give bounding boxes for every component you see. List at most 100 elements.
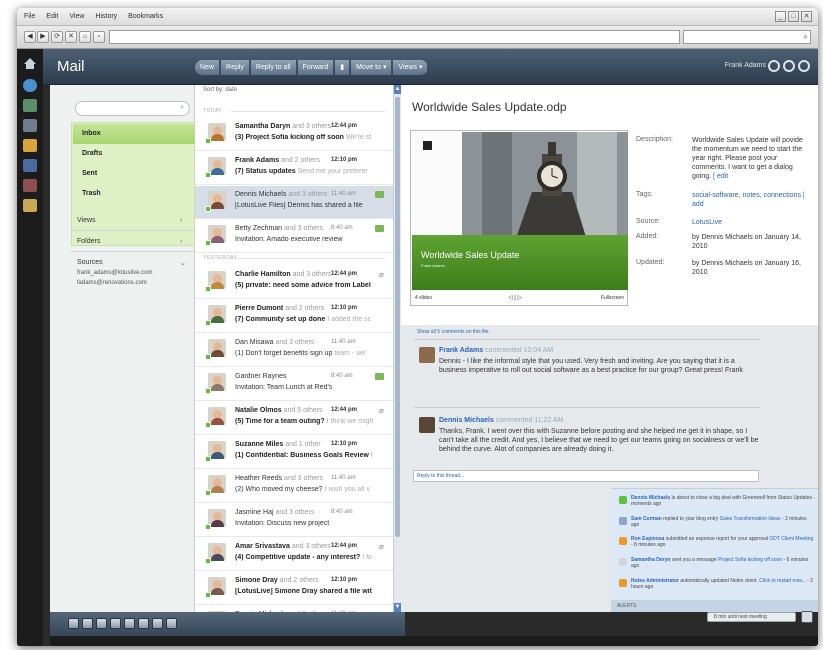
activity-link[interactable]: Sales Transformation Ideas bbox=[720, 516, 781, 522]
reply-input[interactable]: Reply to this thread... bbox=[413, 470, 759, 482]
tool-icon[interactable] bbox=[110, 618, 121, 629]
add-tag-link[interactable]: add bbox=[692, 201, 704, 208]
fullscreen-button[interactable]: Fullscreen bbox=[601, 295, 624, 301]
tool-icon[interactable] bbox=[96, 618, 107, 629]
new-button[interactable]: New bbox=[195, 60, 221, 75]
menu-view[interactable]: View bbox=[69, 13, 84, 20]
message-row[interactable]: Natalie Olmos and 5 others 12:44 pm (5) Ti… bbox=[195, 402, 393, 435]
close-icon[interactable]: ✕ bbox=[801, 11, 812, 22]
menu-bookmarks[interactable]: Bookmarks bbox=[128, 13, 163, 20]
help-icon[interactable] bbox=[783, 60, 795, 72]
scroll-up-icon[interactable]: ▲ bbox=[394, 85, 401, 94]
chat-icon[interactable] bbox=[801, 611, 813, 623]
message-row[interactable]: Charlie Hamilton and 3 others 12:44 pm (5)… bbox=[195, 266, 393, 299]
reload-icon[interactable]: ⟳ bbox=[51, 31, 63, 43]
meetings-icon[interactable] bbox=[23, 179, 37, 192]
menu-history[interactable]: History bbox=[95, 13, 117, 20]
contacts-icon[interactable] bbox=[23, 119, 37, 132]
chevron-right-icon[interactable]: › bbox=[180, 238, 182, 245]
activity-link[interactable]: ODT Client Meeting bbox=[769, 536, 813, 542]
folder-inbox[interactable]: Inbox bbox=[73, 124, 195, 144]
source-account[interactable]: frank_adams@lotuslive.com bbox=[77, 270, 152, 276]
tool-icon[interactable] bbox=[152, 618, 163, 629]
home-icon[interactable] bbox=[23, 57, 37, 70]
trash-button[interactable]: ▮ bbox=[335, 60, 351, 75]
folder-trash[interactable]: Trash bbox=[73, 184, 195, 204]
home-icon[interactable]: ⌂ bbox=[79, 31, 91, 43]
folder-drafts[interactable]: Drafts bbox=[73, 144, 195, 164]
slide-preview[interactable]: Worldwide Sales Update Frank Adams 4 sli… bbox=[410, 130, 628, 306]
tool-icon[interactable] bbox=[68, 618, 79, 629]
forward-icon[interactable]: ▶ bbox=[37, 31, 49, 43]
presence-icon bbox=[205, 172, 211, 178]
menu-file[interactable]: File bbox=[24, 13, 35, 20]
move-to-button[interactable]: Move to ▾ bbox=[351, 60, 393, 75]
message-row[interactable]: Frank Adams and 2 others 12:10 pm (7) Stat… bbox=[195, 152, 393, 185]
back-icon[interactable]: ◀ bbox=[24, 31, 36, 43]
mail-search-input[interactable]: ⌕ bbox=[75, 101, 190, 116]
notes-icon[interactable] bbox=[23, 199, 37, 212]
tool-icon[interactable] bbox=[82, 618, 93, 629]
tool-icon[interactable] bbox=[166, 618, 177, 629]
reply-button[interactable]: Reply bbox=[221, 60, 250, 75]
comment-author[interactable]: Dennis Michaels commented 11:22 AM bbox=[439, 417, 563, 424]
source-link[interactable]: LotusLive bbox=[692, 219, 722, 226]
files-icon[interactable] bbox=[23, 139, 37, 152]
reply-all-button[interactable]: Reply to all bbox=[250, 60, 297, 75]
sort-by[interactable]: Sort by: date bbox=[203, 87, 237, 93]
status-icon[interactable] bbox=[768, 60, 780, 72]
minimize-icon[interactable]: _ bbox=[775, 11, 786, 22]
message-row[interactable]: Pierre Dumont and 2 others 12:10 pm (7) Co… bbox=[195, 300, 393, 333]
activity-link[interactable]: Project Sofia kicking off soon bbox=[718, 557, 782, 563]
edit-link[interactable]: [ edit bbox=[713, 173, 728, 180]
folders-section[interactable]: Folders bbox=[77, 238, 100, 245]
maximize-icon[interactable]: □ bbox=[788, 11, 799, 22]
sources-section[interactable]: Sources bbox=[77, 259, 103, 266]
source-account[interactable]: fadams@renovations.com bbox=[77, 280, 147, 286]
tool-icon[interactable] bbox=[124, 618, 135, 629]
message-row[interactable]: Samantha Daryn and 3 others 12:44 pm (3) P… bbox=[195, 118, 393, 151]
message-row[interactable]: Dan Misawa and 3 others 11:40 am (1) Don't… bbox=[195, 334, 393, 367]
message-row[interactable]: Jasmine Haj and 3 others 8:40 am Invitatio… bbox=[195, 504, 393, 537]
stop-icon[interactable]: ✕ bbox=[65, 31, 77, 43]
alerts-bar[interactable]: ALERTS bbox=[611, 600, 818, 612]
slide-pager[interactable]: ◁ | ▷ bbox=[508, 294, 522, 301]
activity-action: automatically updated Notes client. bbox=[680, 578, 758, 584]
message-row[interactable]: Heather Reeds and 3 others 11:40 am (2) Wh… bbox=[195, 470, 393, 503]
message-row[interactable]: Amar Srivastava and 3 others 12:44 pm (4) … bbox=[195, 538, 393, 571]
url-input[interactable] bbox=[109, 30, 680, 44]
folder-sent[interactable]: Sent bbox=[73, 164, 195, 184]
message-row[interactable]: Gardner Raynes 8:40 am Invitation: Team L… bbox=[195, 368, 393, 401]
menu-edit[interactable]: Edit bbox=[46, 13, 58, 20]
views-button[interactable]: Views ▾ bbox=[393, 60, 429, 75]
scroll-down-icon[interactable]: ▼ bbox=[394, 603, 401, 612]
message-row[interactable]: Dennis Michaels and 7 others 11:40 am bbox=[195, 606, 393, 612]
activities-icon[interactable] bbox=[23, 159, 37, 172]
message-list-scrollbar[interactable]: ▲ ▼ bbox=[393, 85, 401, 612]
message-row[interactable]: Simone Dray and 2 others 12:10 pm [LotusLi… bbox=[195, 572, 393, 605]
chevron-right-icon[interactable]: › bbox=[180, 217, 182, 224]
show-all-comments-link[interactable]: Show all 5 comments on this file. bbox=[417, 329, 490, 335]
scroll-thumb[interactable] bbox=[395, 97, 400, 537]
views-section[interactable]: Views bbox=[77, 217, 96, 224]
browser-search-input[interactable]: ⌕ bbox=[683, 30, 811, 44]
chevron-down-icon[interactable]: ⌄ bbox=[180, 259, 186, 267]
activity-action: is about to close a big deal with Greenw… bbox=[671, 495, 765, 501]
forward-button[interactable]: Forward bbox=[297, 60, 335, 75]
tool-icon[interactable] bbox=[138, 618, 149, 629]
message-row[interactable]: Betty Zechman and 3 others 8:40 am Invitat… bbox=[195, 220, 393, 253]
comment-author-name[interactable]: Frank Adams bbox=[439, 347, 483, 354]
activity-link[interactable]: Click to restart now... bbox=[759, 578, 805, 584]
calendar-icon[interactable] bbox=[23, 99, 37, 112]
message-row[interactable]: Dennis Michaels and 3 others 11:40 am [Lot… bbox=[195, 186, 393, 219]
user-name[interactable]: Frank Adams bbox=[725, 62, 766, 69]
settings-icon[interactable] bbox=[798, 60, 810, 72]
mail-icon[interactable] bbox=[23, 79, 37, 92]
message-time: 12:10 pm bbox=[331, 441, 358, 447]
comment-author[interactable]: Frank Adams commented 10:04 AM bbox=[439, 347, 553, 354]
next-meeting-indicator[interactable]: 8 min until next meeting bbox=[707, 612, 796, 622]
comment-author-name[interactable]: Dennis Michaels bbox=[439, 417, 494, 424]
message-row[interactable]: Suzanne Miles and 1 other 12:10 pm (1) Con… bbox=[195, 436, 393, 469]
message-sender: Charlie Hamilton and 3 others bbox=[235, 271, 332, 278]
tag-links[interactable]: social-software, notes, connections | bbox=[692, 192, 805, 199]
